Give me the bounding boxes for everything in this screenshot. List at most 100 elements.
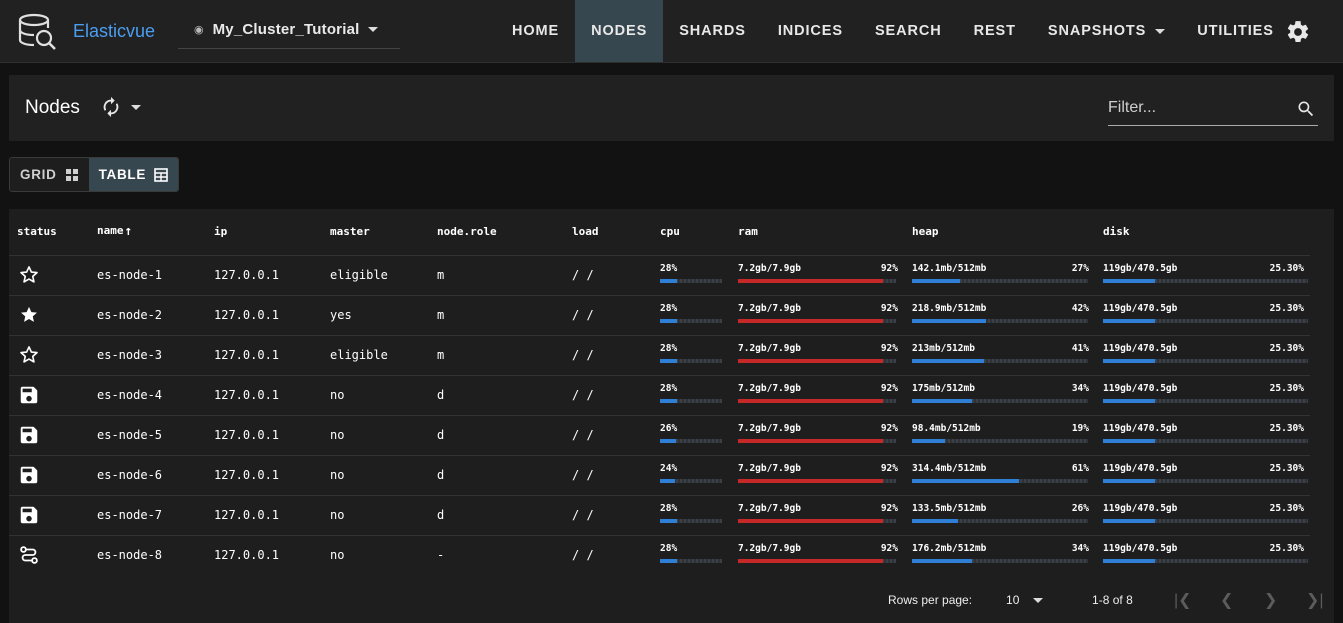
table-row[interactable]: es-node-1 127.0.0.1 eligible m / / 28% 7…	[9, 254, 1310, 295]
node-ip-cell: 127.0.0.1	[206, 294, 322, 335]
ram-bar-fill	[738, 359, 884, 363]
node-name-cell: es-node-2	[89, 294, 206, 335]
gear-icon[interactable]	[1285, 19, 1311, 45]
ram-bar	[738, 399, 896, 403]
table-row[interactable]: es-node-3 127.0.0.1 eligible m / / 28% 7…	[9, 334, 1310, 375]
cpu-value: 26%	[660, 423, 678, 434]
node-name-cell: es-node-6	[89, 454, 206, 495]
heap-value: 133.5mb/512mb	[912, 503, 987, 514]
col-header-ram[interactable]: ram	[730, 209, 904, 255]
cpu-bar-fill	[660, 479, 675, 483]
heap-percent: 34%	[1071, 383, 1089, 394]
first-page-icon[interactable]: |❮	[1161, 590, 1205, 610]
col-header-disk[interactable]: disk	[1095, 209, 1310, 255]
node-master-cell: no	[322, 494, 429, 535]
cpu-cell: 28%	[652, 254, 730, 295]
route-icon	[18, 544, 89, 566]
node-load-cell: / /	[564, 254, 652, 295]
heap-meter: 314.4mb/512mb 61%	[912, 463, 1095, 487]
heap-value: 218.9mb/512mb	[912, 303, 987, 314]
col-header-cpu[interactable]: cpu	[652, 209, 730, 255]
disk-value: 119gb/470.5gb	[1103, 543, 1178, 555]
ram-value: 7.2gb/7.9gb	[738, 543, 801, 555]
status-cell	[9, 494, 89, 535]
rows-per-page-select[interactable]: 10	[1006, 593, 1056, 607]
grid-view-label: GRID	[20, 167, 57, 182]
nav-indices[interactable]: INDICES	[762, 0, 859, 62]
col-header-status[interactable]: status	[9, 209, 89, 255]
heap-bar	[912, 439, 1088, 443]
ram-bar	[738, 279, 896, 283]
node-ip-cell: 127.0.0.1	[206, 374, 322, 415]
nav-search[interactable]: SEARCH	[859, 0, 958, 62]
node-load-cell: / /	[564, 494, 652, 535]
node-ip-cell: 127.0.0.1	[206, 534, 322, 575]
disk-bar	[1103, 399, 1308, 403]
cpu-cell: 28%	[652, 494, 730, 535]
ram-bar-fill	[738, 279, 884, 283]
brand-name[interactable]: Elasticvue	[73, 21, 155, 42]
heap-cell: 213mb/512mb 41%	[904, 334, 1095, 375]
previous-page-icon[interactable]: ❮	[1205, 590, 1249, 610]
heap-value: 175mb/512mb	[912, 383, 975, 394]
disk-value: 119gb/470.5gb	[1103, 303, 1178, 314]
heap-cell: 314.4mb/512mb 61%	[904, 454, 1095, 495]
ram-meter: 7.2gb/7.9gb 92%	[738, 543, 904, 567]
table-row[interactable]: es-node-8 127.0.0.1 no - / / 28% 7.2gb/7…	[9, 534, 1310, 575]
disk-bar-fill	[1103, 559, 1155, 564]
status-cell	[9, 334, 89, 375]
ram-percent: 92%	[880, 343, 898, 354]
disk-bar	[1103, 439, 1308, 443]
cpu-meter: 26%	[660, 423, 730, 447]
ram-percent: 92%	[880, 303, 898, 314]
heap-value: 314.4mb/512mb	[912, 463, 987, 474]
reload-button[interactable]	[100, 96, 141, 118]
table-row[interactable]: es-node-6 127.0.0.1 no d / / 24% 7.2gb/7…	[9, 454, 1310, 495]
last-page-icon[interactable]: ❯|	[1293, 590, 1337, 610]
ram-value: 7.2gb/7.9gb	[738, 383, 801, 394]
disk-meter: 119gb/470.5gb 25.30%	[1103, 343, 1310, 367]
node-load-cell: / /	[564, 294, 652, 335]
node-ip-cell: 127.0.0.1	[206, 334, 322, 375]
ram-value: 7.2gb/7.9gb	[738, 343, 801, 354]
node-master-cell: eligible	[322, 254, 429, 295]
table-row[interactable]: es-node-7 127.0.0.1 no d / / 28% 7.2gb/7…	[9, 494, 1310, 535]
disk-meter: 119gb/470.5gb 25.30%	[1103, 423, 1310, 447]
disk-value: 119gb/470.5gb	[1103, 423, 1178, 434]
nav-home[interactable]: HOME	[496, 0, 575, 62]
col-header-master[interactable]: master	[322, 209, 429, 255]
nav-utilities[interactable]: UTILITIES	[1181, 0, 1290, 62]
cpu-meter: 28%	[660, 303, 730, 327]
next-page-icon[interactable]: ❯	[1249, 590, 1293, 610]
nav-rest[interactable]: REST	[958, 0, 1032, 62]
nav-nodes[interactable]: NODES	[575, 0, 664, 62]
filter-input[interactable]	[1108, 92, 1288, 124]
floppy-disk-icon	[18, 504, 89, 526]
disk-value: 119gb/470.5gb	[1103, 263, 1178, 274]
status-cell	[9, 454, 89, 495]
search-icon[interactable]	[1296, 99, 1316, 119]
table-row[interactable]: es-node-4 127.0.0.1 no d / / 28% 7.2gb/7…	[9, 374, 1310, 415]
table-row[interactable]: es-node-5 127.0.0.1 no d / / 26% 7.2gb/7…	[9, 414, 1310, 455]
ram-bar	[738, 319, 896, 323]
col-header-load[interactable]: load	[564, 209, 652, 255]
col-header-heap[interactable]: heap	[904, 209, 1095, 255]
node-role-cell: d	[429, 454, 564, 495]
table-footer: Rows per page: 10 1-8 of 8 |❮ ❮ ❯ ❯|	[888, 590, 1337, 610]
heap-bar	[912, 559, 1088, 564]
nav-snapshots[interactable]: SNAPSHOTS	[1032, 0, 1181, 62]
heap-cell: 175mb/512mb 34%	[904, 374, 1095, 415]
cpu-bar-fill	[660, 279, 678, 283]
col-header-ip[interactable]: ip	[206, 209, 322, 255]
table-row[interactable]: es-node-2 127.0.0.1 yes m / / 28% 7.2gb/…	[9, 294, 1310, 335]
table-view-button[interactable]: TABLE	[88, 158, 179, 191]
grid-view-button[interactable]: GRID	[10, 158, 89, 191]
heap-meter: 218.9mb/512mb 42%	[912, 303, 1095, 327]
col-header-name[interactable]: name↑	[89, 209, 206, 255]
ram-percent: 92%	[880, 503, 898, 514]
elasticvue-logo-icon[interactable]	[14, 10, 58, 54]
nav-shards[interactable]: SHARDS	[663, 0, 762, 62]
cluster-selector[interactable]: ◉ My_Cluster_Tutorial	[178, 11, 400, 49]
nodes-table: status name↑ ip master node.role load cp…	[9, 209, 1310, 575]
col-header-node-role[interactable]: node.role	[429, 209, 564, 255]
